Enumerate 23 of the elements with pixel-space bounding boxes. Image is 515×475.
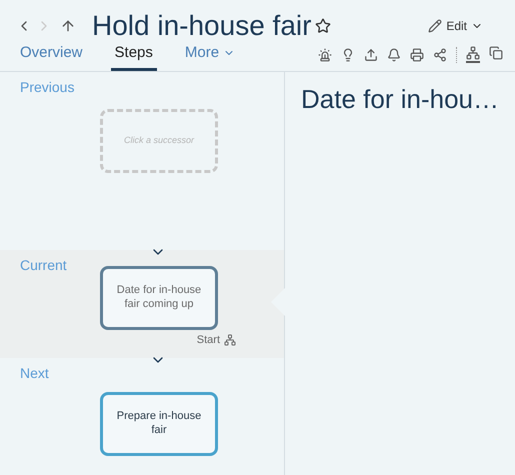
section-heading: Next: [20, 366, 50, 380]
detail-title: Date for in-hou…: [301, 84, 499, 114]
section-heading: Current: [20, 258, 68, 272]
printer-icon[interactable]: [410, 48, 424, 62]
tab[interactable]: Steps: [110, 42, 157, 71]
tab[interactable]: More: [180, 42, 240, 71]
section-heading: Previous: [20, 80, 76, 94]
lightbulb-icon[interactable]: [341, 48, 355, 62]
start-link[interactable]: Start: [196, 332, 220, 348]
tree-view-button[interactable]: [466, 46, 480, 63]
page-title: Hold in-house fair: [92, 12, 312, 40]
upload-icon[interactable]: [364, 48, 378, 62]
share-icon[interactable]: [433, 48, 447, 62]
step-card[interactable]: Prepare in-house fair: [100, 392, 218, 456]
hierarchy-icon: [224, 334, 236, 346]
tab[interactable]: Overview: [16, 42, 87, 71]
favorite-icon[interactable]: [315, 18, 332, 34]
up-icon[interactable]: [60, 18, 76, 34]
edit-button[interactable]: Edit: [428, 17, 483, 35]
pencil-icon: [428, 19, 442, 33]
bell-icon[interactable]: [387, 48, 401, 62]
siren-icon[interactable]: [318, 48, 332, 62]
step-card[interactable]: Date for in-house fair coming up: [100, 266, 218, 330]
